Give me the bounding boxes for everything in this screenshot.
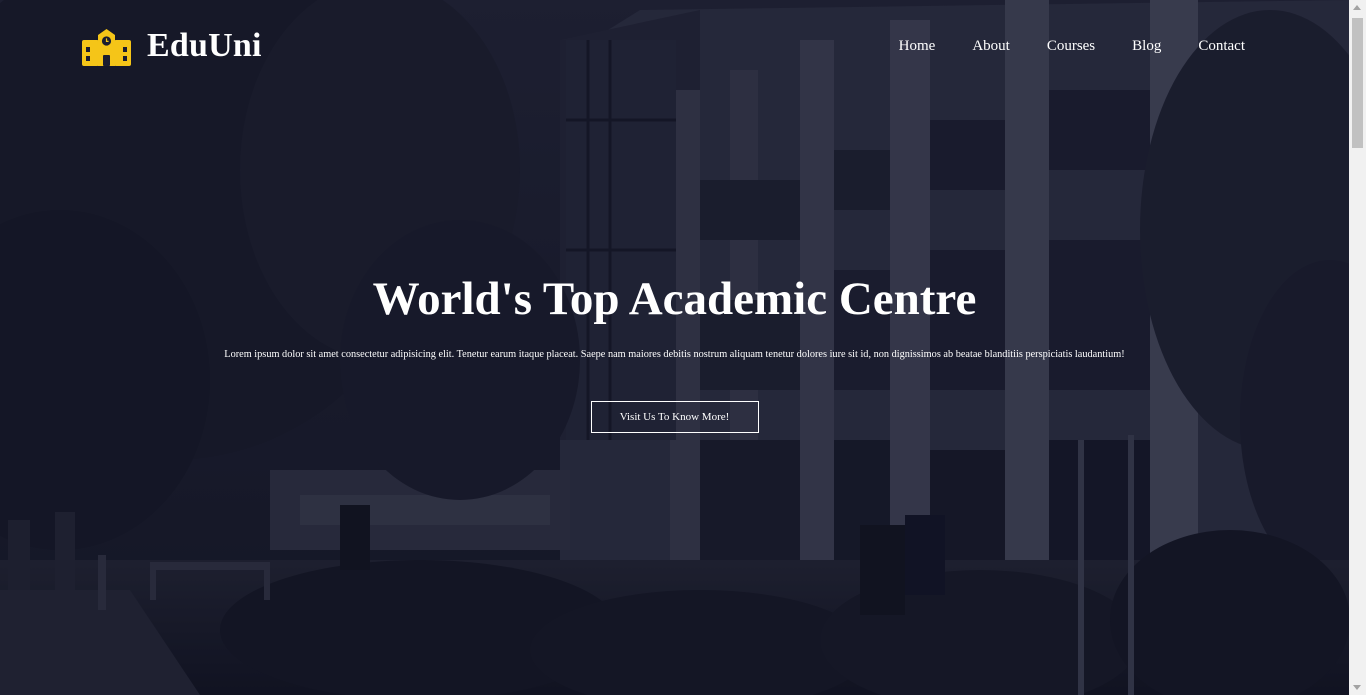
scroll-up-arrow-icon[interactable] [1353, 5, 1361, 10]
nav-link-blog[interactable]: Blog [1132, 36, 1161, 56]
scroll-down-arrow-icon[interactable] [1353, 685, 1361, 690]
hero-section: EduUni Home About Courses Blog Contact W… [0, 0, 1349, 695]
logo[interactable]: EduUni [82, 26, 262, 66]
school-building-icon [82, 29, 131, 66]
hero-title: World's Top Academic Centre [372, 273, 977, 325]
nav-link-home[interactable]: Home [899, 36, 936, 56]
nav-link-courses[interactable]: Courses [1047, 36, 1095, 56]
navbar: EduUni Home About Courses Blog Contact [0, 0, 1349, 95]
scrollbar-thumb[interactable] [1352, 18, 1363, 148]
nav-link-about[interactable]: About [972, 36, 1010, 56]
hero-content: World's Top Academic Centre Lorem ipsum … [0, 270, 1349, 433]
nav-menu: Home About Courses Blog Contact [899, 36, 1245, 56]
brand-name: EduUni [147, 27, 262, 64]
visit-us-button[interactable]: Visit Us To Know More! [590, 401, 759, 433]
nav-link-contact[interactable]: Contact [1198, 36, 1245, 56]
hero-description: Lorem ipsum dolor sit amet consectetur a… [224, 349, 1125, 360]
page-scrollbar[interactable] [1349, 0, 1366, 695]
